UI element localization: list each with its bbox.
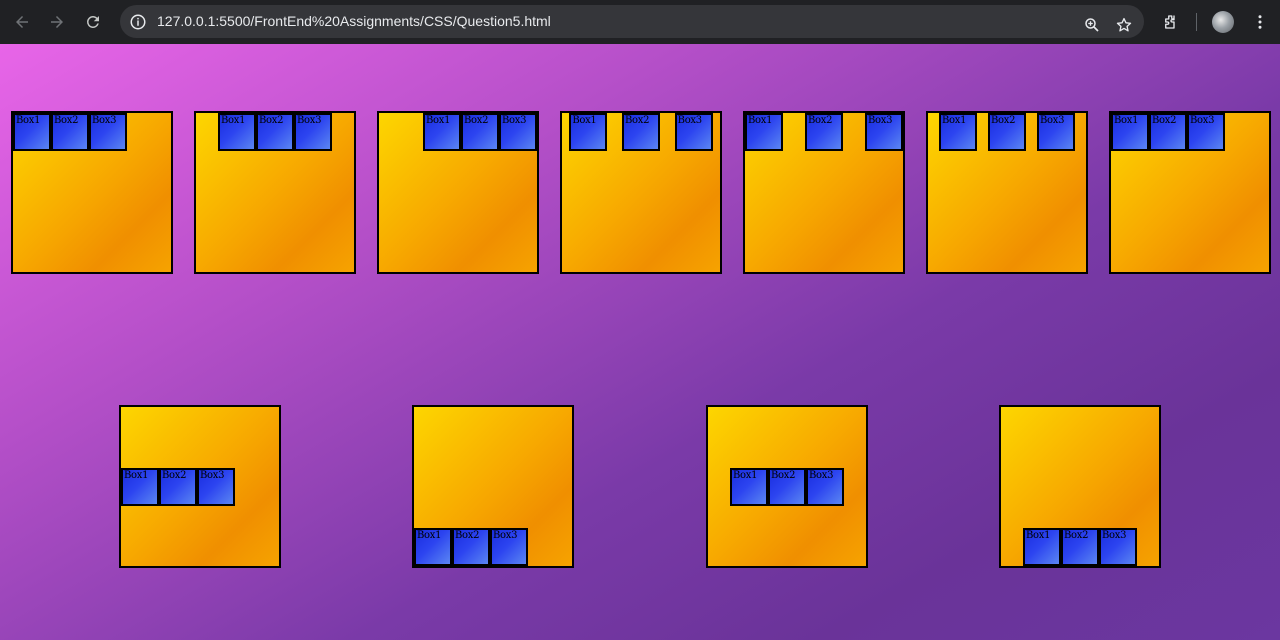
- box-2: Box2: [805, 113, 843, 151]
- box-3: Box3: [865, 113, 903, 151]
- box-1: Box1: [218, 113, 256, 151]
- forward-arrow-icon: [51, 16, 63, 28]
- zoom-icon: [1085, 18, 1099, 32]
- toolbar-separator: [1196, 13, 1197, 31]
- extensions-button[interactable]: [1157, 8, 1185, 36]
- flex-container-align-end: Box1 Box2 Box3: [412, 405, 574, 568]
- reload-button[interactable]: [79, 8, 107, 36]
- reload-icon: [86, 15, 99, 28]
- box-3: Box3: [674, 113, 713, 151]
- box-3: Box3: [1037, 113, 1075, 151]
- box-3: Box3: [1187, 113, 1225, 151]
- flex-container-start: Box1 Box2 Box3: [11, 111, 173, 274]
- box-3: Box3: [89, 113, 127, 151]
- box-2: Box2: [256, 113, 294, 151]
- box-1: Box1: [1111, 113, 1149, 151]
- box-2: Box2: [1149, 113, 1187, 151]
- forward-button[interactable]: [43, 8, 71, 36]
- box-1: Box1: [1023, 528, 1061, 566]
- box-3: Box3: [806, 467, 844, 506]
- menu-button[interactable]: [1246, 8, 1274, 36]
- box-2: Box2: [768, 467, 806, 506]
- box-2: Box2: [621, 113, 660, 151]
- flex-container-centered: Box1 Box2 Box3: [706, 405, 868, 568]
- box-3: Box3: [197, 467, 235, 506]
- flex-container-center: Box1 Box2 Box3: [194, 111, 356, 274]
- box-1: Box1: [939, 113, 977, 151]
- box-1: Box1: [730, 467, 768, 506]
- flex-container-stretch: Box1 Box2 Box3: [1109, 111, 1271, 274]
- site-info-button[interactable]: [126, 10, 150, 34]
- extensions-icon: [1165, 15, 1175, 29]
- kebab-menu-icon: [1258, 15, 1262, 29]
- profile-avatar[interactable]: [1212, 11, 1234, 33]
- box-2: Box2: [159, 467, 197, 506]
- box-3: Box3: [294, 113, 332, 151]
- address-bar[interactable]: 127.0.0.1:5500/FrontEnd%20Assignments/CS…: [120, 5, 1144, 38]
- flex-container-space-around: Box1 Box2 Box3: [560, 111, 722, 274]
- zoom-button[interactable]: [1078, 11, 1106, 39]
- browser-toolbar: 127.0.0.1:5500/FrontEnd%20Assignments/CS…: [0, 0, 1280, 44]
- box-1: Box1: [13, 113, 51, 151]
- site-info-icon: [130, 14, 146, 30]
- box-1: Box1: [121, 467, 159, 506]
- bookmark-button[interactable]: [1110, 11, 1138, 39]
- url-text[interactable]: 127.0.0.1:5500/FrontEnd%20Assignments/CS…: [157, 13, 551, 29]
- page-viewport: Box1 Box2 Box3 Box1 Box2 Box3 Box1 Box2 …: [0, 44, 1280, 640]
- flex-container-space-between: Box1 Box2 Box3: [743, 111, 905, 274]
- box-1: Box1: [414, 528, 452, 566]
- box-2: Box2: [988, 113, 1026, 151]
- flex-container-align-center: Box1 Box2 Box3: [119, 405, 281, 568]
- box-1: Box1: [569, 113, 608, 151]
- box-1: Box1: [423, 113, 461, 151]
- box-2: Box2: [461, 113, 499, 151]
- flex-container-end: Box1 Box2 Box3: [377, 111, 539, 274]
- flex-container-space-evenly: Box1 Box2 Box3: [926, 111, 1088, 274]
- back-arrow-icon: [16, 16, 28, 28]
- box-1: Box1: [745, 113, 783, 151]
- box-3: Box3: [490, 528, 528, 566]
- box-2: Box2: [51, 113, 89, 151]
- box-2: Box2: [1061, 528, 1099, 566]
- back-button[interactable]: [8, 8, 36, 36]
- box-2: Box2: [452, 528, 490, 566]
- box-3: Box3: [1099, 528, 1137, 566]
- flex-container-bottom-center: Box1 Box2 Box3: [999, 405, 1161, 568]
- star-icon: [1116, 17, 1132, 32]
- box-3: Box3: [499, 113, 537, 151]
